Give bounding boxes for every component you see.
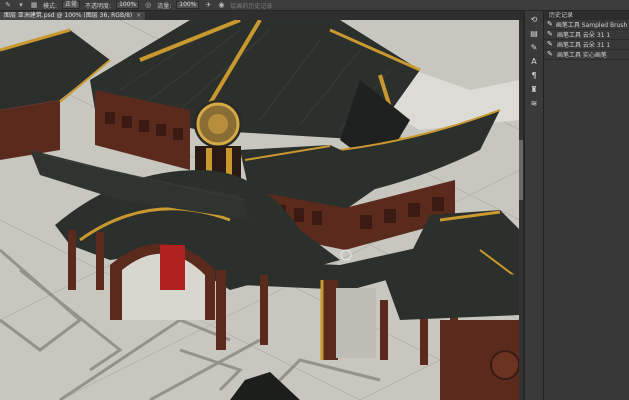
layers-panel-icon[interactable]: ▤ xyxy=(529,29,539,38)
history-item-label: 画笔工具 云朵 31 1 xyxy=(557,42,611,49)
document-tab[interactable]: 图层 亚洲建筑.psd @ 100% (图层 36, RGB/8) × xyxy=(0,12,146,20)
history-panel-icon[interactable]: ⟲ xyxy=(529,15,539,24)
document-tab-bar: 图层 亚洲建筑.psd @ 100% (图层 36, RGB/8) × xyxy=(0,11,520,20)
history-item-label: 画笔工具 Sampled Brush 1 1 xyxy=(555,22,629,29)
brush-icon: ✎ xyxy=(547,30,553,38)
history-item-label: 画笔工具 云朵 31 1 xyxy=(557,32,611,39)
brush-preset-dropdown-icon[interactable]: ▾ xyxy=(17,1,25,9)
flow-field[interactable]: 100% xyxy=(176,1,200,9)
history-item[interactable]: ✎ 画笔工具 实心画笔 xyxy=(544,50,629,60)
flow-label: 流量: xyxy=(157,2,172,10)
pressure-size-icon[interactable]: ◉ xyxy=(217,1,225,9)
architecture-illustration xyxy=(0,20,520,400)
history-item[interactable]: ✎ 画笔工具 云朵 31 1 xyxy=(544,30,629,40)
vertical-scrollbar[interactable] xyxy=(519,20,523,400)
options-bar: ✎ ▾ ▦ 模式: 正常 不透明度: 100% ◎ 流量: 100% ✈ ◉ 绘… xyxy=(0,0,629,11)
character-panel-icon[interactable]: A xyxy=(529,57,539,66)
mode-select[interactable]: 正常 xyxy=(62,1,81,9)
history-panel: 历史记录 ✎ 画笔工具 Sampled Brush 1 1 ✎ 画笔工具 云朵 … xyxy=(543,11,629,400)
paragraph-panel-icon[interactable]: ¶ xyxy=(529,71,539,80)
opacity-field[interactable]: 100% xyxy=(116,1,140,9)
opacity-label: 不透明度: xyxy=(85,2,112,10)
history-item-label: 画笔工具 实心画笔 xyxy=(557,52,607,59)
panel-icon-column: ⟲ ▤ ✎ A ¶ ♜ ≋ xyxy=(524,11,543,400)
scrollbar-thumb[interactable] xyxy=(519,140,523,200)
brush-panel-icon[interactable]: ✎ xyxy=(529,43,539,52)
history-panel-title[interactable]: 历史记录 xyxy=(544,11,629,20)
close-icon[interactable]: × xyxy=(136,12,141,20)
history-brush-label: 绘画的历史记录 xyxy=(230,2,273,10)
history-item[interactable]: ✎ 画笔工具 云朵 31 1 xyxy=(544,40,629,50)
history-item[interactable]: ✎ 画笔工具 Sampled Brush 1 1 xyxy=(544,20,629,30)
mode-label: 模式: xyxy=(43,2,58,10)
adjustments-panel-icon[interactable]: ≋ xyxy=(529,99,539,108)
tool-presets-icon[interactable]: ♜ xyxy=(529,85,539,94)
brush-panel-toggle-icon[interactable]: ▦ xyxy=(30,1,38,9)
brush-icon: ✎ xyxy=(547,50,553,58)
brush-tool-icon[interactable]: ✎ xyxy=(4,1,12,9)
canvas[interactable] xyxy=(0,20,520,400)
document-tab-title: 图层 亚洲建筑.psd @ 100% (图层 36, RGB/8) xyxy=(4,12,133,19)
brush-icon: ✎ xyxy=(547,20,553,28)
brush-icon: ✎ xyxy=(547,40,553,48)
airbrush-icon[interactable]: ✈ xyxy=(204,1,212,9)
pressure-opacity-icon[interactable]: ◎ xyxy=(144,1,152,9)
